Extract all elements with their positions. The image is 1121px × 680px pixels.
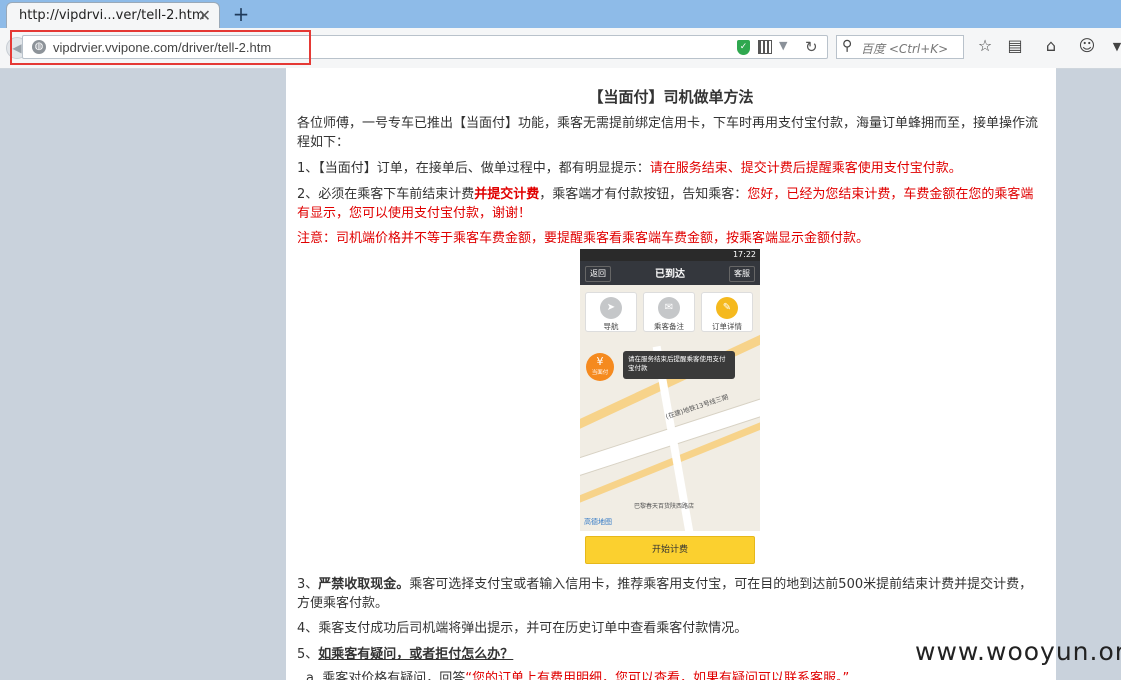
map-poi-label: 巴黎春天百货陕西路店 <box>634 503 695 510</box>
phone-tooltip: 请在服务结束后提醒乘客使用支付宝付款 <box>623 351 735 379</box>
smiley-icon[interactable]: ☺ <box>1077 36 1097 55</box>
note-text: 注意：司机端价格并不等于乘客车费金额，要提醒乘客看乘客端车费金额，按乘客端显示金… <box>297 231 870 246</box>
shield-icon[interactable]: ✓ <box>737 40 750 55</box>
chevron-down-icon[interactable]: ▼ <box>779 39 787 52</box>
step-5-sub: a. 乘客对价格有疑问，回答“您的订单上有费用明细，您可以查看，如果有疑问可以联… <box>306 669 1054 680</box>
page-title: 【当面付】司机做单方法 <box>588 88 754 106</box>
step-2-mid-text: ，乘客端才有付款按钮，告知乘客： <box>539 187 748 202</box>
step-5-link[interactable]: 如乘客有疑问，或者拒付怎么办？ <box>318 647 513 662</box>
step-1-red-text: 请在服务结束、提交计费后提醒乘客使用支付宝付款。 <box>649 161 962 176</box>
search-icon[interactable]: ⚲ <box>842 38 852 54</box>
phone-screenshot: 17:22 返回 已到达 客服 ➤ 导航 ✉ 乘客备注 ✎ 订单详情 ¥ 当面付… <box>580 249 760 531</box>
browser-tab[interactable]: http://vipdrvi...ver/tell-2.htm ✕ <box>6 2 220 28</box>
search-input[interactable]: 百度 <Ctrl+K> <box>861 40 948 57</box>
pay-label: 当面付 <box>591 370 609 376</box>
tab-title: http://vipdrvi...ver/tell-2.htm <box>19 8 205 23</box>
step-3-text: 3、 <box>297 577 319 592</box>
chat-icon: ✉ <box>658 297 680 319</box>
phone-time: 17:22 <box>732 250 756 259</box>
note-paragraph: 注意：司机端价格并不等于乘客车费金额，要提醒乘客看乘客端车费金额，按乘客端显示金… <box>297 229 1045 248</box>
intro-paragraph: 各位师傅，一号专车已推出【当面付】功能，乘客无需提前绑定信用卡，下车时再用支付宝… <box>297 114 1045 152</box>
navigation-icon: ➤ <box>600 297 622 319</box>
step-2: 2、必须在乘客下车前结束计费并提交计费，乘客端才有付款按钮，告知乘客：您好，已经… <box>297 185 1045 223</box>
phone-map: ➤ 导航 ✉ 乘客备注 ✎ 订单详情 ¥ 当面付 请在服务结束后提醒乘客使用支付… <box>580 285 760 531</box>
step-3: 3、严禁收取现金。乘客可选择支付宝或者输入信用卡，推荐乘客用支付宝，可在目的地到… <box>297 575 1045 613</box>
phone-card-notes: ✉ 乘客备注 <box>643 292 695 332</box>
step-4-text: 4、乘客支付成功后司机端将弹出提示，并可在历史订单中查看乘客付款情况。 <box>297 621 748 636</box>
map-logo: 高德地图 <box>584 518 612 526</box>
phone-card-label: 订单详情 <box>712 322 742 331</box>
step-2-bold-text: 并提交计费 <box>474 187 540 202</box>
reading-list-icon[interactable]: ▤ <box>1005 36 1025 55</box>
page-content: 【当面付】司机做单方法 各位师傅，一号专车已推出【当面付】功能，乘客无需提前绑定… <box>286 68 1056 680</box>
start-billing-button: 开始计费 <box>585 536 755 564</box>
phone-card-navigation: ➤ 导航 <box>585 292 637 332</box>
qr-code-icon[interactable] <box>758 40 772 54</box>
phone-header: 返回 已到达 客服 <box>580 261 760 285</box>
phone-card-label: 乘客备注 <box>654 322 684 331</box>
tab-strip: http://vipdrvi...ver/tell-2.htm ✕ + <box>0 0 1121 28</box>
bookmark-star-icon[interactable]: ☆ <box>975 36 995 55</box>
search-box[interactable]: ⚲ 百度 <Ctrl+K> <box>836 35 964 59</box>
phone-card-label: 导航 <box>603 322 619 331</box>
step-5-text: 5、 <box>297 647 319 662</box>
phone-pay-badge: ¥ 当面付 <box>586 353 614 381</box>
watermark: www.wooyun.org <box>915 637 1121 666</box>
step-2-text: 2、必须在乘客下车前结束计费 <box>297 187 475 202</box>
yuan-icon: ¥ <box>596 355 604 368</box>
step-1-text: 1、【当面付】订单，在接单后、做单过程中，都有明显提示： <box>297 161 650 176</box>
phone-card-order: ✎ 订单详情 <box>701 292 753 332</box>
phone-status-bar: 17:22 <box>580 249 760 261</box>
step-1: 1、【当面付】订单，在接单后、做单过程中，都有明显提示：请在服务结束、提交计费后… <box>297 159 1045 178</box>
edit-icon: ✎ <box>716 297 738 319</box>
home-icon[interactable]: ⌂ <box>1041 36 1061 55</box>
step-5-sub-red-text: “您的订单上有费用明细，您可以查看，如果有疑问可以联系客服。” <box>465 671 850 680</box>
step-3-bold-text: 严禁收取现金。 <box>318 577 410 592</box>
url-highlight-box <box>10 30 311 65</box>
step-5-sub-text: a. 乘客对价格有疑问，回答 <box>306 671 466 680</box>
step-4: 4、乘客支付成功后司机端将弹出提示，并可在历史订单中查看乘客付款情况。 <box>297 619 1045 638</box>
phone-service-button: 客服 <box>729 266 755 282</box>
new-tab-button[interactable]: + <box>230 2 252 26</box>
menu-chevron-icon[interactable]: ▼ <box>1107 40 1121 53</box>
close-tab-icon[interactable]: ✕ <box>198 6 211 25</box>
intro-text: 各位师傅，一号专车已推出【当面付】功能，乘客无需提前绑定信用卡，下车时再用支付宝… <box>297 116 1039 150</box>
reload-icon[interactable]: ↻ <box>805 38 818 56</box>
